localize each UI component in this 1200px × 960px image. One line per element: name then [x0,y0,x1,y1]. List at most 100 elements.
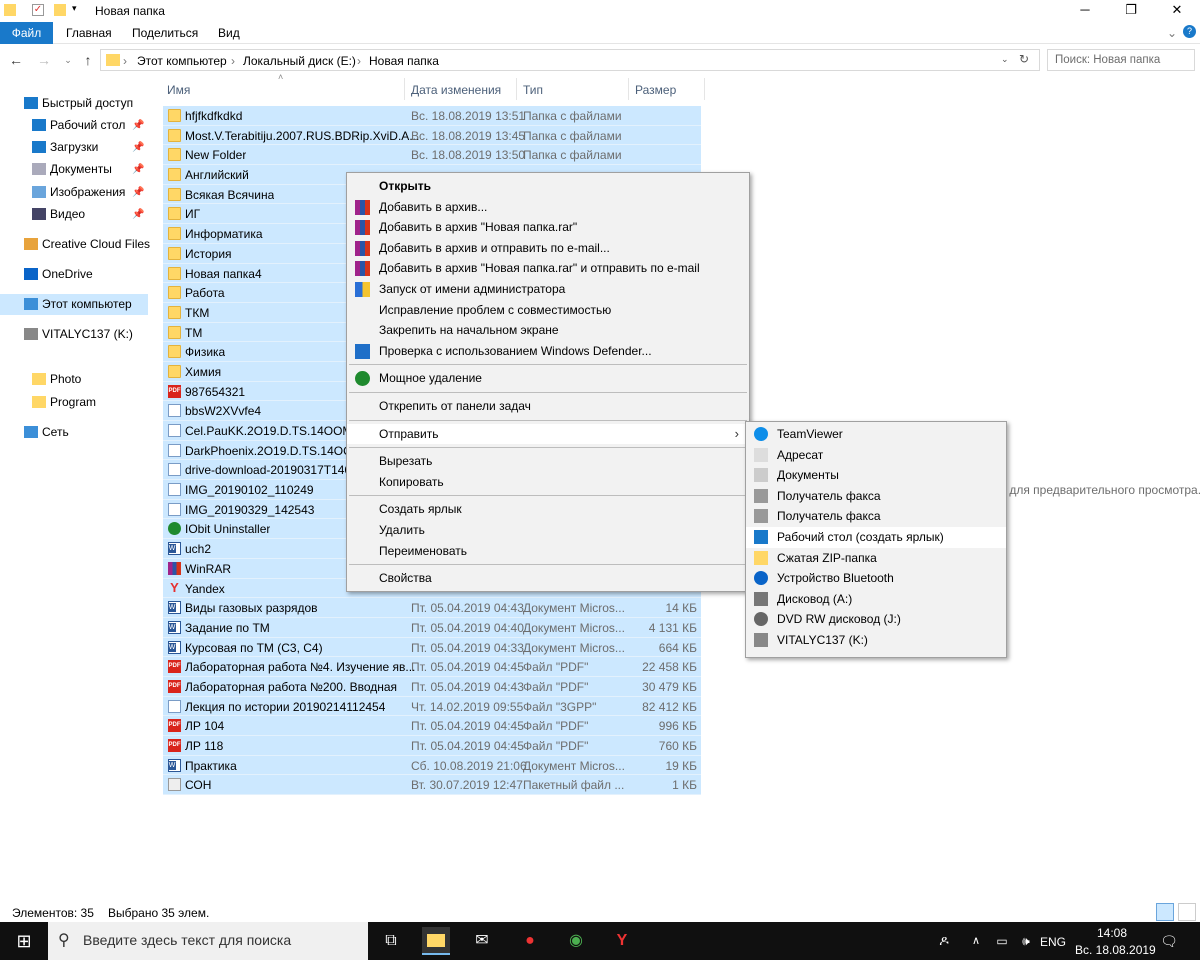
chrome-taskbar-icon[interactable]: ◉ [562,927,590,955]
menu-item[interactable]: Открыть [347,176,749,197]
app-taskbar-icon[interactable]: ● [516,927,544,955]
sidebar-item[interactable]: Загрузки 📌 [0,137,148,158]
up-button[interactable]: ↑ [78,50,98,70]
large-icons-view-button[interactable] [1178,903,1196,921]
people-icon[interactable]: ዶ [930,927,958,955]
sidebar-item[interactable]: Этот компьютер [0,294,148,315]
customize-toolbar-icon[interactable]: ▾ [72,3,77,14]
menu-item[interactable]: Отправить › [347,423,749,445]
taskbar-search[interactable]: ⚲ Введите здесь текст для поиска [48,922,368,960]
file-row[interactable]: New Folder Вс. 18.08.2019 13:50 Папка с фа… [163,145,701,166]
send-to-item[interactable]: Дисковод (A:) [746,589,1006,610]
file-row[interactable]: Most.V.Terabitiju.2007.RUS.BDRip.XviD.A.… [163,125,701,146]
help-icon[interactable]: ? [1183,25,1196,38]
refresh-icon[interactable]: ↻ [1019,52,1029,66]
sidebar-item[interactable]: Creative Cloud Files [0,234,150,255]
tab-share[interactable]: Поделиться [120,22,210,44]
sidebar-item[interactable]: Рабочий стол 📌 [0,115,148,136]
recent-locations-button[interactable]: ⌄ [58,50,78,70]
sidebar-item[interactable]: VITALYC137 (K:) [0,324,148,345]
file-row[interactable]: hfjfkdfkdkd Вс. 18.08.2019 13:51 Папка с ф… [163,106,701,126]
sidebar-item[interactable]: Photo [0,369,148,390]
file-row[interactable]: Виды газовых разрядов Пт. 05.04.2019 04:4… [163,598,701,618]
column-date[interactable]: Дата изменения [411,83,501,97]
menu-item[interactable]: Переименовать [347,541,749,562]
breadcrumb-current-folder[interactable]: Новая папка [369,54,439,68]
column-type[interactable]: Тип [523,83,543,97]
properties-icon[interactable]: ✓ [32,4,44,16]
send-to-item[interactable]: Документы [746,465,1006,486]
send-to-item[interactable]: DVD RW дисковод (J:) [746,609,1006,630]
menu-item[interactable]: Свойства [347,568,749,589]
menu-item[interactable]: Добавить в архив... [347,197,749,218]
address-dropdown-icon[interactable]: ⌄ [1001,54,1009,65]
sidebar-item[interactable]: Изображения 📌 [0,182,148,203]
file-row[interactable]: PDF Лабораторная работа №200. Вводная Пт. … [163,676,701,697]
mail-taskbar-icon[interactable]: ✉ [468,927,496,955]
menu-item[interactable]: Создать ярлык [347,499,749,520]
file-name: Задание по ТМ [185,620,270,635]
menu-item[interactable]: Запуск от имени администратора [347,279,749,300]
new-folder-icon[interactable] [54,4,66,16]
volume-icon[interactable]: 🕪 [1012,927,1040,955]
breadcrumb-this-pc[interactable]: Этот компьютер [137,54,227,68]
send-to-item[interactable]: Получатель факса [746,486,1006,507]
forward-button[interactable]: → [34,50,54,70]
show-hidden-icons[interactable]: ∧ [962,927,990,955]
send-to-item[interactable]: Сжатая ZIP-папка [746,548,1006,569]
file-explorer-taskbar-icon[interactable] [422,927,450,955]
tab-file[interactable]: Файл [0,22,53,44]
maximize-button[interactable]: ❐ [1108,0,1154,22]
file-row[interactable]: PDF ЛР 104 Пт. 05.04.2019 04:45 Файл "PDF" 9… [163,716,701,736]
file-row[interactable]: PDF Лабораторная работа №4. Изучение яв..… [163,657,701,677]
file-row[interactable]: PDF ЛР 118 Пт. 05.04.2019 04:45 Файл "PDF" 7… [163,736,701,756]
task-view-icon[interactable]: ⧉ [377,927,405,955]
minimize-button[interactable]: ─ [1062,0,1108,22]
menu-item[interactable]: Мощное удаление [347,368,749,389]
send-to-item[interactable]: TeamViewer [746,424,1006,445]
sidebar-item[interactable]: Program [0,392,148,413]
tab-view[interactable]: Вид [206,22,252,44]
send-to-item[interactable]: VITALYC137 (K:) [746,630,1006,651]
menu-item[interactable]: Добавить в архив и отправить по e-mail..… [347,238,749,259]
menu-item[interactable]: Проверка с использованием Windows Defend… [347,341,749,362]
file-row[interactable]: Практика Сб. 10.08.2019 21:06Документ Mic… [163,755,701,776]
clock-date[interactable]: Вс. 18.08.2019 [1075,943,1156,957]
menu-item[interactable]: Удалить [347,520,749,541]
menu-item[interactable]: Вырезать [347,451,749,472]
menu-item[interactable]: Добавить в архив "Новая папка.rar" [347,217,749,238]
expand-ribbon-icon[interactable]: ⌄ [1167,26,1177,40]
send-to-item[interactable]: Адресат [746,445,1006,466]
send-to-item[interactable]: Устройство Bluetooth [746,568,1006,589]
sidebar-item[interactable]: Видео 📌 [0,204,148,225]
menu-item[interactable]: Добавить в архив "Новая папка.rar" и отп… [347,258,749,279]
menu-item[interactable]: Копировать [347,472,749,493]
file-row[interactable]: Курсовая по ТМ (С3, С4) Пт. 05.04.2019 04… [163,637,701,658]
file-row[interactable]: Задание по ТМ Пт. 05.04.2019 04:40Докумен… [163,617,701,638]
notifications-icon[interactable]: 🗨 [1155,927,1183,955]
tab-home[interactable]: Главная [54,22,124,44]
clock-time[interactable]: 14:08 [1097,926,1127,940]
search-input[interactable]: Поиск: Новая папка [1047,49,1195,71]
yandex-browser-taskbar-icon[interactable]: Y [608,927,636,955]
language-indicator[interactable]: ENG [1040,935,1066,949]
sidebar-item[interactable]: Быстрый доступ [0,93,148,114]
send-to-item[interactable]: Рабочий стол (создать ярлык) [746,526,1006,548]
send-to-item[interactable]: Получатель факса [746,506,1006,527]
close-button[interactable]: ✕ [1154,0,1200,22]
sidebar-item[interactable]: OneDrive [0,264,148,285]
address-bar[interactable]: › Этот компьютер › Локальный диск (E:) ›… [100,49,1040,71]
menu-item[interactable]: Открепить от панели задач [347,396,749,417]
sidebar-item[interactable]: Документы 📌 [0,159,148,180]
file-row[interactable]: СОН Вт. 30.07.2019 12:47 Пакетный файл ...… [163,775,701,796]
sidebar-item[interactable]: Сеть [0,422,148,443]
menu-item[interactable]: Закрепить на начальном экране [347,320,749,341]
menu-item[interactable]: Исправление проблем с совместимостью [347,300,749,321]
column-name[interactable]: Имя [167,83,190,97]
breadcrumb-disk-e[interactable]: Локальный диск (E:) [243,54,356,68]
back-button[interactable]: ← [6,50,26,70]
start-button[interactable]: ⊞ [10,927,38,955]
file-row[interactable]: Лекция по истории 20190214112454 Чт. 14.0… [163,696,701,717]
details-view-button[interactable] [1156,903,1174,921]
column-size[interactable]: Размер [635,83,676,97]
